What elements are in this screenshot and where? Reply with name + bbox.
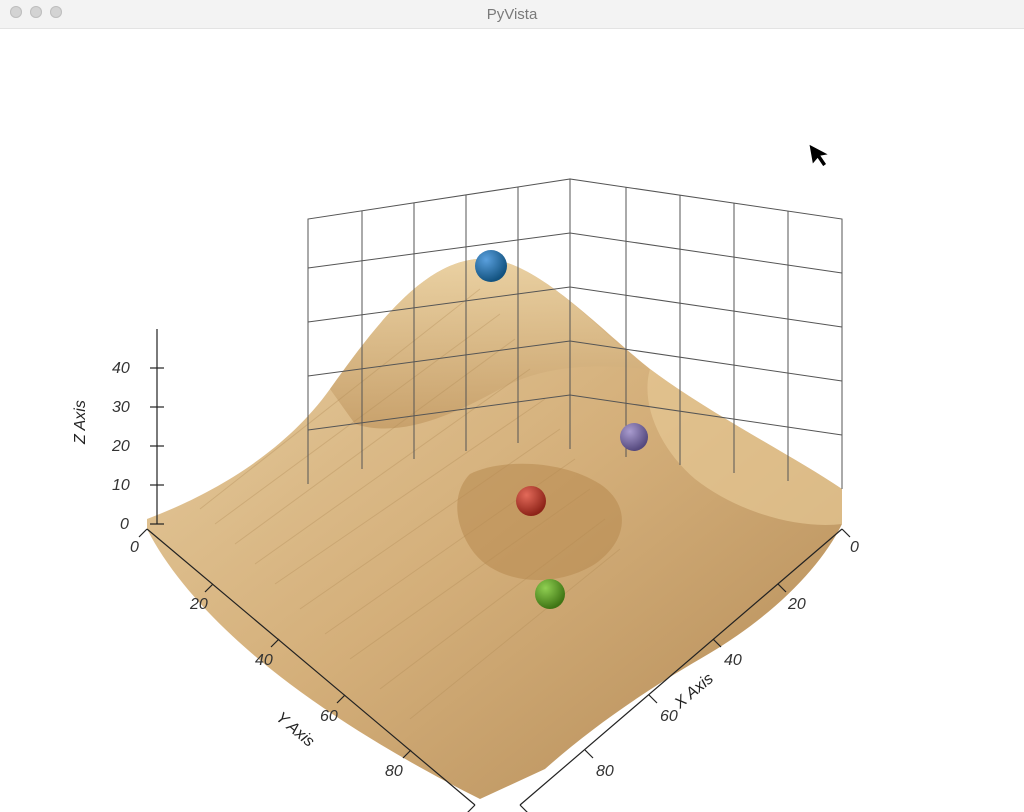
viewport-3d[interactable]: 0 10 20 30 40 Z Axis 0 20 40 60 80 100 Y… [0, 29, 1024, 812]
minimize-icon[interactable] [30, 6, 42, 18]
y-tick-0: 0 [130, 539, 139, 556]
z-tick-0: 0 [120, 516, 129, 533]
x-tick-3: 60 [660, 708, 678, 725]
z-tick-3: 30 [112, 399, 130, 416]
marker-red[interactable] [516, 486, 546, 516]
z-tick-1: 10 [112, 477, 130, 494]
x-tick-2: 40 [724, 652, 742, 669]
y-axis-label: Y Axis [272, 709, 317, 751]
surface-mesh[interactable] [147, 259, 842, 799]
y-tick-4: 80 [385, 763, 403, 780]
x-tick-4: 80 [596, 763, 614, 780]
marker-blue[interactable] [475, 250, 507, 282]
window-controls[interactable] [10, 6, 62, 18]
z-tick-4: 40 [112, 360, 130, 377]
window-title: PyVista [0, 6, 1024, 23]
window-titlebar[interactable]: PyVista [0, 0, 1024, 29]
scene-svg[interactable]: 0 10 20 30 40 Z Axis 0 20 40 60 80 100 Y… [0, 29, 1024, 812]
marker-purple[interactable] [620, 423, 648, 451]
y-tick-2: 40 [255, 652, 273, 669]
x-tick-0: 0 [850, 539, 859, 556]
y-tick-3: 60 [320, 708, 338, 725]
marker-green[interactable] [535, 579, 565, 609]
z-tick-2: 20 [111, 438, 130, 455]
y-tick-1: 20 [189, 596, 208, 613]
z-axis-label: Z Axis [72, 400, 89, 445]
zoom-icon[interactable] [50, 6, 62, 18]
z-axis-ticks: 0 10 20 30 40 [111, 360, 130, 533]
close-icon[interactable] [10, 6, 22, 18]
x-tick-1: 20 [787, 596, 806, 613]
x-axis-label: X Axis [671, 670, 717, 712]
